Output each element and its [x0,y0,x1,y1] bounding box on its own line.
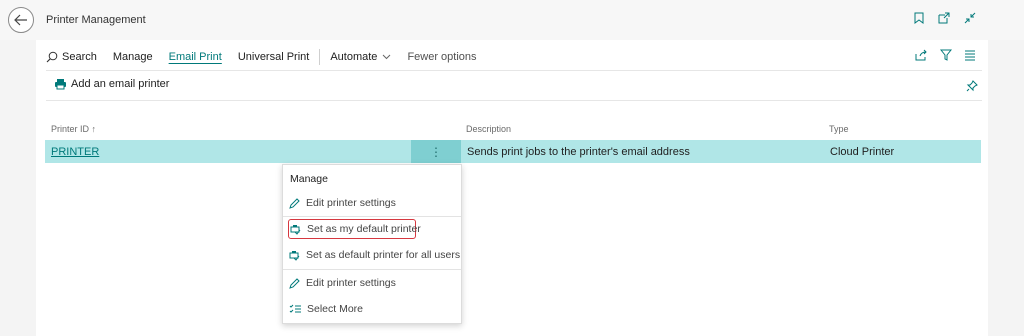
add-email-printer-action[interactable]: Add an email printer [54,78,169,90]
filter-icon[interactable] [940,49,952,61]
fewer-options-button[interactable]: Fewer options [407,51,476,63]
page-title: Printer Management [46,14,146,26]
menu-item-label: Set as default printer for all users [306,249,461,261]
list-page: Search Manage Email Print Universal Prin… [36,40,988,336]
more-vertical-icon: ⋮ [430,144,442,159]
list-view-icon[interactable] [964,49,976,61]
list-check-icon [289,304,301,313]
action-bar: Search Manage Email Print Universal Prin… [46,44,982,70]
chevron-down-icon [383,54,391,60]
description-cell: Sends print jobs to the printer's email … [467,146,690,158]
divider [46,70,982,71]
divider [46,100,982,101]
title-bar: Printer Management [0,0,1024,40]
search-icon [46,51,58,63]
context-menu-header: Manage [290,173,328,185]
printer-id-link[interactable]: PRINTER [51,146,99,158]
menu-item-label: Select More [307,303,364,315]
menu-item-label: Edit printer settings [306,197,396,209]
menu-item-select-more[interactable]: Select More [289,299,363,319]
automate-menu[interactable]: Automate [330,51,391,63]
search-action[interactable]: Search [46,51,97,63]
row-actions-button[interactable]: ⋮ [411,140,461,163]
back-button[interactable] [8,7,34,33]
share-icon[interactable] [915,49,928,61]
menu-item-edit-printer-settings-2[interactable]: Edit printer settings [289,273,396,293]
email-print-tab[interactable]: Email Print [169,51,222,63]
context-menu: Manage Edit printer settings Set as my d… [282,164,462,324]
pencil-icon [289,197,300,209]
printer-check-icon [289,250,300,261]
menu-item-set-my-default-printer[interactable]: Set as my default printer [288,219,421,239]
open-new-window-icon[interactable] [938,12,950,24]
type-cell: Cloud Printer [830,146,895,158]
collapse-icon[interactable] [964,12,976,24]
menu-separator [283,269,461,270]
printer-check-icon [290,224,301,235]
table-row[interactable]: PRINTER ⋮ Sends print jobs to the printe… [45,140,981,163]
menu-item-set-default-all-users[interactable]: Set as default printer for all users [289,245,460,265]
sort-ascending-icon: ↑ [91,124,97,134]
menu-item-label: Edit printer settings [306,277,396,289]
universal-print-tab[interactable]: Universal Print [238,51,310,63]
add-email-printer-label: Add an email printer [71,78,170,90]
action-separator [319,49,321,65]
menu-item-edit-printer-settings[interactable]: Edit printer settings [289,193,396,213]
arrow-left-icon [14,14,27,26]
bookmark-icon[interactable] [914,12,924,24]
menu-item-label: Set as my default printer [307,223,421,235]
column-header-printer-id[interactable]: Printer ID ↑ [51,124,96,134]
printer-id-header-label: Printer ID [51,124,90,134]
manage-tab[interactable]: Manage [113,51,153,63]
menu-separator [283,216,461,217]
automate-label: Automate [330,51,378,63]
search-label: Search [62,51,97,63]
pencil-icon [289,277,300,289]
printer-icon [55,79,66,90]
column-header-type[interactable]: Type [829,124,849,134]
pin-icon[interactable] [966,80,978,92]
column-header-description[interactable]: Description [466,124,511,134]
